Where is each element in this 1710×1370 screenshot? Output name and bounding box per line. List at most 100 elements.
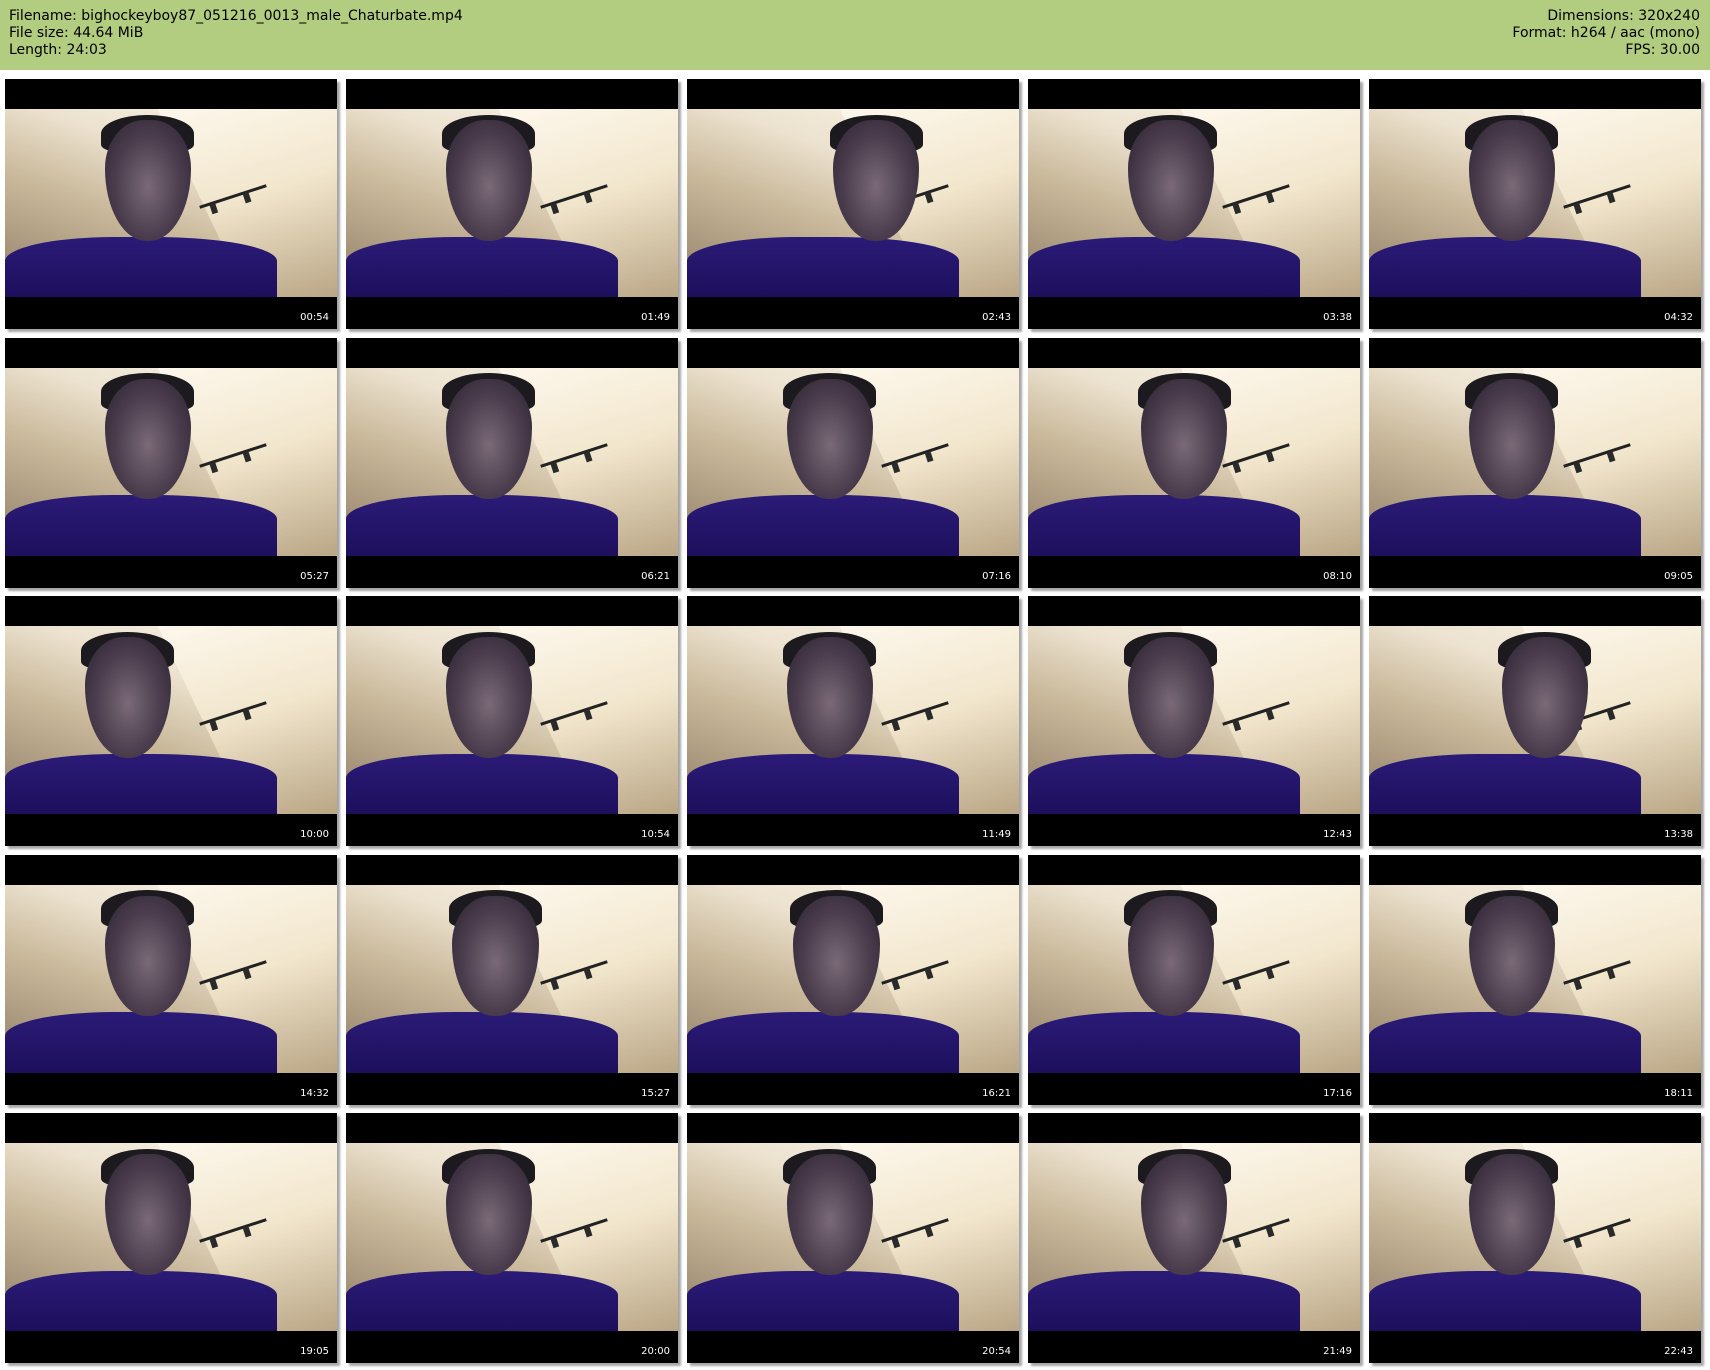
video-frame-image [687,626,1019,814]
frame-shirt [1028,236,1301,297]
timestamp-label: 18:11 [1664,1087,1693,1099]
frame-shirt [5,236,278,297]
frame-shirt [5,753,278,814]
video-frame-image [5,367,337,556]
timestamp-label: 04:32 [1664,312,1693,323]
thumbnail: 01:49 [346,79,678,329]
frame-head [84,637,171,758]
frame-head [445,378,532,500]
thumbnail: 19:05 [5,1113,337,1363]
timestamp-label: 14:32 [300,1087,329,1099]
frame-shirt [1028,1012,1301,1073]
video-frame-image [1369,884,1701,1073]
thumbnail: 05:27 [5,337,337,588]
thumbnail: 10:54 [346,596,678,846]
thumbnail: 21:49 [1028,1113,1360,1363]
timestamp-label: 12:43 [1323,829,1352,840]
video-frame-image [687,884,1019,1073]
length-text: Length: 24:03 [9,42,107,58]
timestamp-label: 21:49 [1323,1346,1352,1357]
video-frame-image [687,367,1019,556]
timestamp-label: 05:27 [300,570,329,582]
video-frame-image [346,1143,678,1331]
file-info-right: Dimensions: 320x240 Format: h264 / aac (… [1512,8,1700,59]
video-frame-image [346,367,678,556]
frame-head [1140,1154,1228,1275]
frame-shirt [687,1012,960,1073]
timestamp-label: 01:49 [641,312,670,323]
frame-head [786,637,873,758]
thumbnail: 03:38 [1028,79,1360,329]
thumbnail: 16:21 [687,854,1019,1105]
frame-head [1127,120,1214,241]
video-frame-image [1028,1143,1360,1331]
video-frame-image [346,109,678,297]
format-text: Format: h264 / aac (mono) [1512,25,1700,41]
timestamp-label: 20:54 [982,1346,1011,1357]
timestamp-label: 02:43 [982,312,1011,323]
thumbnail: 00:54 [5,79,337,329]
frame-head [445,1154,532,1275]
video-frame-image [5,109,337,297]
frame-head [1127,637,1214,758]
thumbnail: 20:00 [346,1113,678,1363]
frame-shirt [346,753,619,814]
thumbnail: 02:43 [687,79,1019,329]
frame-shirt [346,236,619,297]
video-frame-image [1369,367,1701,556]
timestamp-label: 09:05 [1664,570,1693,582]
frame-shirt [1369,1012,1642,1073]
frame-head [104,378,191,500]
frame-shirt [687,753,960,814]
video-frame-image [1028,367,1360,556]
thumbnail: 08:10 [1028,337,1360,588]
thumbnail: 09:05 [1369,337,1701,588]
frame-shirt [1028,1270,1301,1331]
video-frame-image [346,626,678,814]
frame-head [1468,895,1555,1017]
timestamp-label: 06:21 [641,570,670,582]
thumbnail: 15:27 [346,854,678,1105]
video-frame-image [5,884,337,1073]
frame-shirt [5,1012,278,1073]
video-frame-image [1369,626,1701,814]
frame-shirt [5,495,278,556]
timestamp-label: 22:43 [1664,1346,1693,1357]
frame-shirt [687,236,960,297]
filename-text: Filename: bighockeyboy87_051216_0013_mal… [9,8,463,24]
thumbnail: 11:49 [687,596,1019,846]
timestamp-label: 17:16 [1323,1087,1352,1099]
frame-head [1127,895,1214,1017]
frame-head [445,120,532,241]
frame-head [786,378,873,500]
frame-shirt [5,1270,278,1331]
timestamp-label: 10:54 [641,829,670,840]
timestamp-label: 19:05 [300,1346,329,1357]
thumbnail: 22:43 [1369,1113,1701,1363]
thumbnail: 07:16 [687,337,1019,588]
frame-head [786,1154,873,1275]
info-header: Filename: bighockeyboy87_051216_0013_mal… [0,0,1710,70]
frame-shirt [1369,495,1642,556]
frame-head [793,895,880,1017]
thumbnail: 14:32 [5,854,337,1105]
fps-text: FPS: 30.00 [1625,42,1700,58]
timestamp-label: 11:49 [982,829,1011,840]
thumbnail: 04:32 [1369,79,1701,329]
video-frame-image [1369,109,1701,297]
video-frame-image [1369,1143,1701,1331]
frame-shirt [346,1012,619,1073]
timestamp-label: 03:38 [1323,312,1352,323]
thumbnail: 20:54 [687,1113,1019,1363]
frame-head [104,120,191,241]
frame-shirt [1028,495,1301,556]
timestamp-label: 16:21 [982,1087,1011,1099]
thumbnail: 06:21 [346,337,678,588]
video-frame-image [687,1143,1019,1331]
file-info-left: Filename: bighockeyboy87_051216_0013_mal… [9,8,463,59]
frame-shirt [346,495,619,556]
timestamp-label: 07:16 [982,570,1011,582]
video-frame-image [1028,109,1360,297]
frame-head [104,1154,191,1275]
timestamp-label: 13:38 [1664,829,1693,840]
